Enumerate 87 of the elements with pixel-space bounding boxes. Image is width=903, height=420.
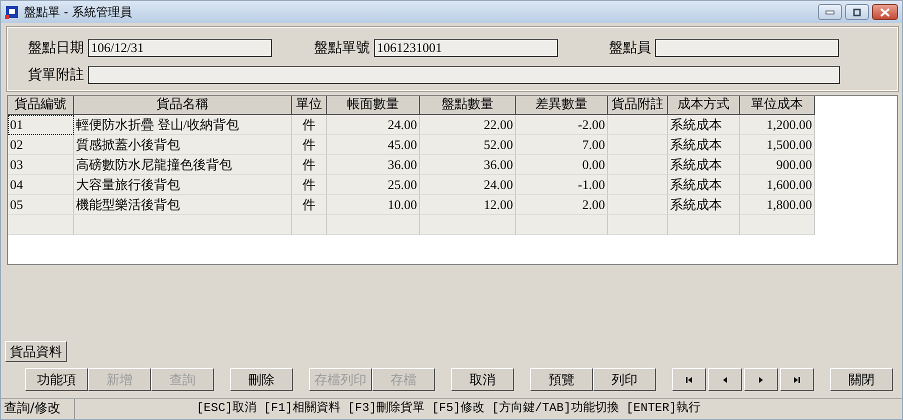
table-cell [608,215,668,235]
table-cell: 系統成本 [668,175,740,195]
first-record-button[interactable] [672,368,706,391]
table-cell: 系統成本 [668,135,740,155]
table-cell: 03 [8,155,74,175]
table-cell: 1,500.00 [740,135,815,155]
last-record-button[interactable] [780,368,814,391]
item-data-button[interactable]: 貨品資料 [5,341,67,362]
table-cell: 件 [292,155,327,175]
toolbar-button[interactable]: 列印 [593,368,656,391]
next-record-button[interactable] [744,368,778,391]
table-cell: 45.00 [327,135,420,155]
table-cell: -1.00 [516,175,608,195]
table-cell: 05 [8,195,74,215]
table-cell: 1,200.00 [740,115,815,135]
minimize-icon [825,9,835,15]
field-label: 盤點員 [609,39,651,57]
app-icon [5,5,19,19]
toolbar-button[interactable]: 取消 [451,368,514,391]
table-cell: 36.00 [327,155,420,175]
status-hint: [ESC]取消 [F1]相關資料 [F3]刪除貨單 [F5]修改 [方向鍵/TAB]功能切換 [ENTER]執行 [195,400,702,417]
table-cell [608,195,668,215]
field-label: 盤點單號 [314,39,370,57]
toolbar-button[interactable]: 功能項 [25,368,88,391]
table-cell: 10.00 [327,195,420,215]
table-cell: 36.00 [420,155,516,175]
input-field[interactable]: 106/12/31 [88,39,272,57]
window-title: 盤點單 - 系統管理員 [24,4,132,20]
table-cell: 件 [292,115,327,135]
table-cell: 25.00 [327,175,420,195]
table-cell: 大容量旅行後背包 [74,175,292,195]
field-label: 盤點日期 [28,39,84,57]
input-field[interactable] [655,39,839,57]
table-cell: 7.00 [516,135,608,155]
column-header[interactable]: 差異數量 [516,96,608,115]
toolbar-button[interactable]: 關閉 [830,368,893,391]
table-cell: 52.00 [420,135,516,155]
table-cell: 系統成本 [668,195,740,215]
table-cell: 件 [292,195,327,215]
table-cell: 輕便防水折疊 登山/收納背包 [74,115,292,135]
table-cell: 系統成本 [668,155,740,175]
column-header[interactable]: 成本方式 [668,96,740,115]
input-field[interactable] [88,66,840,84]
table-cell: 系統成本 [668,115,740,135]
close-icon [879,8,891,16]
table-cell: 0.00 [516,155,608,175]
maximize-icon [852,8,862,16]
table-cell: 件 [292,175,327,195]
prev-record-button[interactable] [708,368,742,391]
table-cell: 22.00 [420,115,516,135]
table-cell: 高磅數防水尼龍撞色後背包 [74,155,292,175]
table-cell: 件 [292,135,327,155]
table-cell: 2.00 [516,195,608,215]
table-cell: 機能型樂活後背包 [74,195,292,215]
toolbar-button[interactable]: 刪除 [230,368,293,391]
table-cell [8,215,74,235]
table-cell: 02 [8,135,74,155]
table-cell: 24.00 [420,175,516,195]
table-cell [292,215,327,235]
column-header[interactable]: 單位 [292,96,327,115]
table-cell [608,175,668,195]
table-cell [668,215,740,235]
column-header[interactable]: 貨品名稱 [74,96,292,115]
table-cell [608,135,668,155]
table-cell: 04 [8,175,74,195]
table-cell: -2.00 [516,115,608,135]
column-header[interactable]: 單位成本 [740,96,815,115]
column-header[interactable]: 帳面數量 [327,96,420,115]
table-cell: 900.00 [740,155,815,175]
close-button[interactable] [872,4,898,20]
status-mode: 查詢/修改 [1,399,75,419]
maximize-button[interactable] [845,4,869,20]
column-header[interactable]: 貨品編號 [8,96,74,115]
column-header[interactable]: 貨品附註 [608,96,668,115]
toolbar-button[interactable]: 預覽 [530,368,593,391]
table-cell: 質感掀蓋小後背包 [74,135,292,155]
table-cell: 1,800.00 [740,195,815,215]
table-cell [608,155,668,175]
table-cell: 24.00 [327,115,420,135]
table-cell: 01 [8,115,74,135]
field-label: 貨單附註 [28,66,84,84]
input-field[interactable]: 1061231001 [374,39,558,57]
minimize-button[interactable] [818,4,842,20]
table-cell [608,115,668,135]
column-header[interactable]: 盤點數量 [420,96,516,115]
table-cell: 1,600.00 [740,175,815,195]
table-cell: 12.00 [420,195,516,215]
